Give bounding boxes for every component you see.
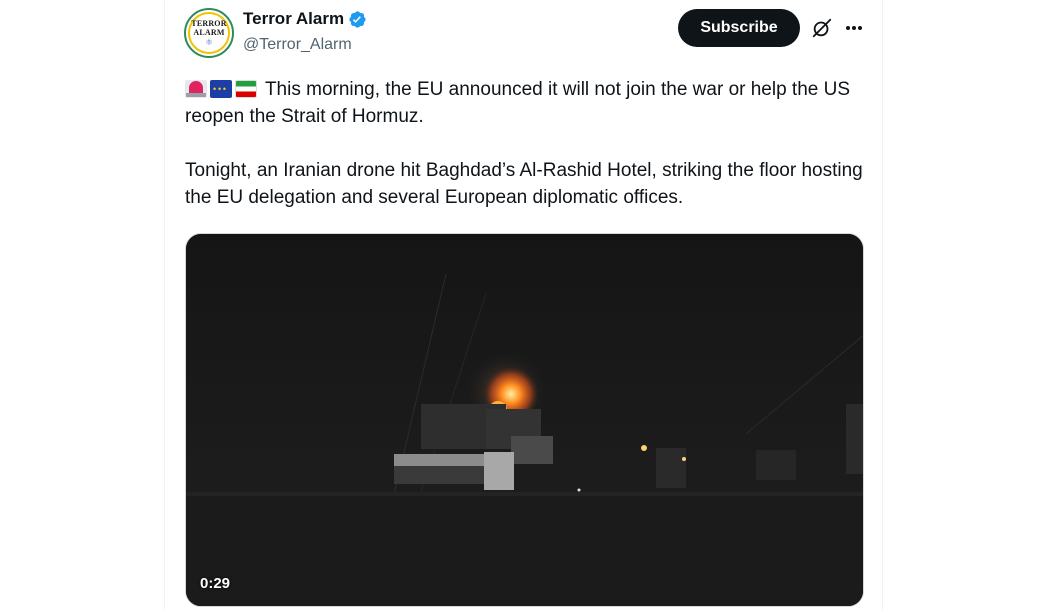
avatar-text-line1: TERROR bbox=[191, 19, 227, 28]
iran-flag-emoji-icon bbox=[235, 80, 257, 98]
more-options-icon[interactable] bbox=[842, 16, 866, 40]
subscribe-button[interactable]: Subscribe bbox=[678, 9, 800, 47]
eu-flag-emoji-icon bbox=[210, 80, 232, 98]
tweet-card: TERROR ALARM ⚛ Terror Alarm @Terror_Alar… bbox=[164, 0, 883, 610]
tweet-text: This morning, the EU announced it will n… bbox=[185, 76, 865, 211]
tweet-paragraph-2: Tonight, an Iranian drone hit Baghdad’s … bbox=[185, 160, 863, 208]
author-handle[interactable]: @Terror_Alarm bbox=[243, 36, 352, 54]
author-name[interactable]: Terror Alarm bbox=[243, 9, 344, 29]
tweet-paragraph-1: This morning, the EU announced it will n… bbox=[185, 76, 865, 130]
author-name-row: Terror Alarm bbox=[243, 9, 367, 29]
tweet-paragraph-1-text: This morning, the EU announced it will n… bbox=[185, 79, 851, 127]
grok-icon[interactable] bbox=[811, 17, 833, 39]
atom-icon: ⚛ bbox=[204, 37, 214, 47]
video-duration: 0:29 bbox=[200, 575, 231, 592]
avatar[interactable]: TERROR ALARM ⚛ bbox=[184, 8, 234, 58]
verified-badge-icon bbox=[349, 10, 366, 28]
siren-emoji-icon bbox=[185, 80, 207, 98]
avatar-text-line2: ALARM bbox=[193, 28, 225, 37]
video-player[interactable]: 0:29 bbox=[185, 233, 864, 607]
video-frame bbox=[186, 234, 863, 606]
